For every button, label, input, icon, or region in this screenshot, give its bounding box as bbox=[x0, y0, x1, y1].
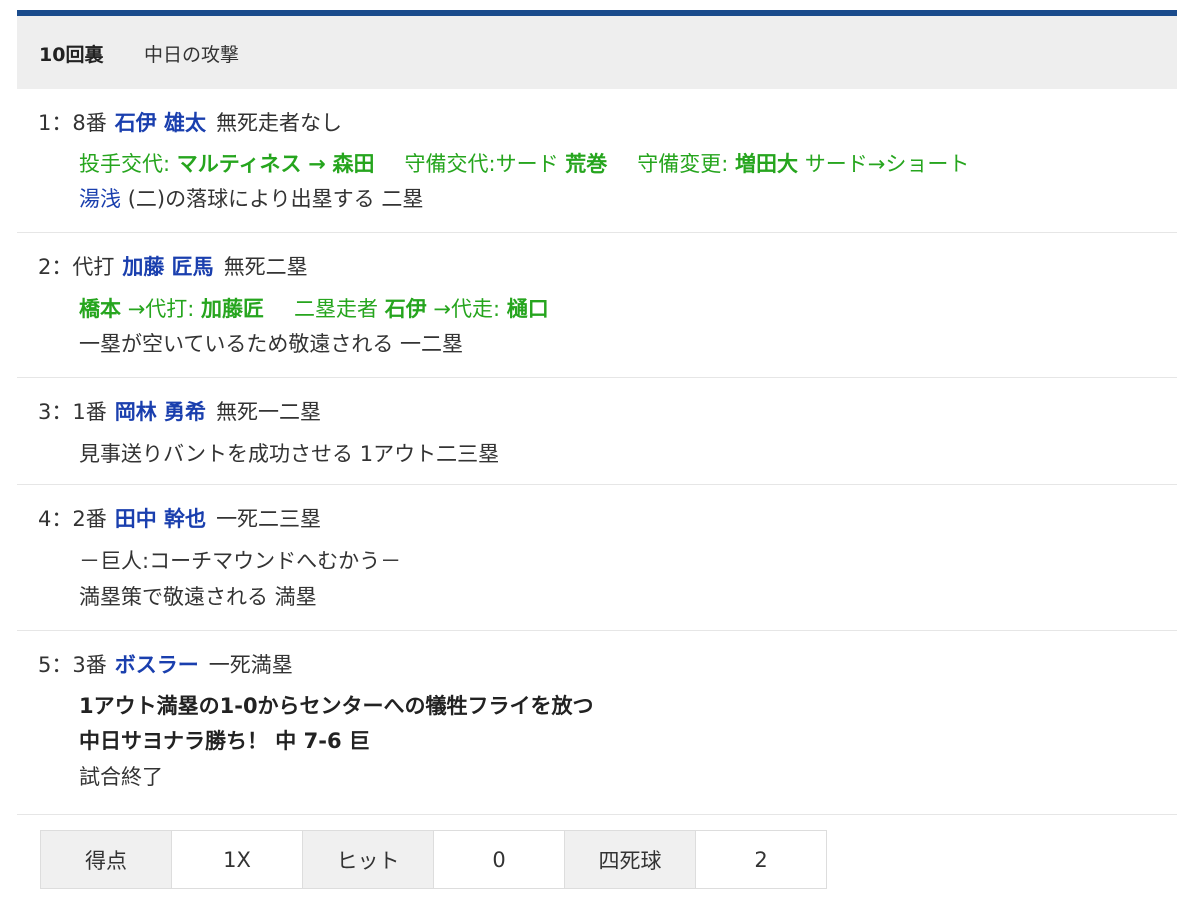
pinch-runner-label: →代走: bbox=[433, 297, 501, 321]
replaced-player[interactable]: 橋本 bbox=[79, 297, 121, 321]
hits-value: 0 bbox=[433, 830, 565, 889]
runner-situation: 無死走者なし bbox=[216, 111, 343, 135]
play-heading: 4：2番 田中 幹也 一死二三塁 bbox=[38, 505, 321, 533]
play-index: 1： bbox=[38, 111, 73, 135]
play-index: 4： bbox=[38, 507, 73, 531]
pitcher-in[interactable]: 森田 bbox=[333, 152, 375, 176]
play-heading: 1：8番 石伊 雄太 無死走者なし bbox=[38, 109, 342, 137]
play-result-highlight: 中日サヨナラ勝ち！ 中 7-6 巨 bbox=[79, 727, 370, 755]
hits-label: ヒット bbox=[302, 830, 434, 889]
play-result: 試合終了 bbox=[79, 763, 163, 791]
runs-value: 1X bbox=[171, 830, 303, 889]
play-result: 満塁策で敬遠される 満塁 bbox=[79, 583, 317, 611]
play-result: 一塁が空いているため敬遠される 一二塁 bbox=[79, 330, 463, 358]
pinch-runner[interactable]: 樋口 bbox=[507, 297, 549, 321]
defense-change-label: 守備交代:サード bbox=[404, 152, 559, 176]
note-text: －巨人:コーチマウンドへむかう－ bbox=[79, 549, 402, 573]
runner-situation: 無死一二塁 bbox=[216, 400, 322, 424]
pitcher-out[interactable]: マルティネス bbox=[177, 152, 302, 176]
play-result: 湯浅 (二)の落球により出塁する 二塁 bbox=[79, 185, 423, 213]
pitch-change-label: 投手交代: bbox=[79, 152, 171, 176]
result-text: 試合終了 bbox=[79, 765, 163, 789]
play-note: －巨人:コーチマウンドへむかう－ bbox=[79, 547, 401, 575]
position-player[interactable]: 増田大 bbox=[735, 152, 798, 176]
result-highlight-2: 中日サヨナラ勝ち！ 中 7-6 巨 bbox=[79, 729, 370, 753]
play-item: 3：1番 岡林 勇希 無死一二塁 見事送りバントを成功させる 1アウト二三塁 bbox=[17, 378, 1177, 485]
attacking-team: 中日の攻撃 bbox=[144, 44, 240, 66]
batting-order: 1番 bbox=[72, 400, 107, 424]
play-index: 2： bbox=[38, 255, 73, 279]
batter-name[interactable]: 岡林 勇希 bbox=[115, 400, 206, 424]
defense-player[interactable]: 荒巻 bbox=[565, 152, 607, 176]
runner-situation: 一死満塁 bbox=[208, 653, 293, 677]
batting-order: 8番 bbox=[72, 111, 107, 135]
runner-player[interactable]: 石伊 bbox=[385, 297, 427, 321]
position-move: サード→ショート bbox=[804, 152, 970, 176]
result-text: 見事送りバントを成功させる 1アウト二三塁 bbox=[79, 442, 500, 466]
batter-name[interactable]: ボスラー bbox=[115, 653, 199, 677]
play-heading: 2：代打 加藤 匠馬 無死二塁 bbox=[38, 253, 308, 281]
inning-stats-table: 得点 1X ヒット 0 四死球 2 bbox=[40, 830, 827, 889]
batter-name[interactable]: 田中 幹也 bbox=[115, 507, 206, 531]
walks-value: 2 bbox=[695, 830, 827, 889]
walks-label: 四死球 bbox=[564, 830, 696, 889]
inning-label: 10回裏 bbox=[39, 44, 104, 66]
play-result: 見事送りバントを成功させる 1アウト二三塁 bbox=[79, 440, 499, 468]
play-item: 2：代打 加藤 匠馬 無死二塁 橋本 →代打: 加藤匠 二塁走者 石伊 →代走: 樋口… bbox=[17, 233, 1177, 378]
play-index: 5： bbox=[38, 653, 73, 677]
position-change-label: 守備変更: bbox=[637, 152, 729, 176]
arrow: → bbox=[308, 152, 326, 176]
result-text: (二)の落球により出塁する 二塁 bbox=[127, 187, 424, 211]
batting-order: 2番 bbox=[72, 507, 107, 531]
play-heading: 3：1番 岡林 勇希 無死一二塁 bbox=[38, 398, 321, 426]
play-result-highlight: 1アウト満塁の1-0からセンターへの犠牲フライを放つ bbox=[79, 692, 594, 720]
batter-name[interactable]: 加藤 匠馬 bbox=[122, 255, 213, 279]
play-item: 1：8番 石伊 雄太 無死走者なし 投手交代: マルティネス → 森田 守備交代:サー… bbox=[17, 89, 1177, 233]
pinch-hitter[interactable]: 加藤匠 bbox=[201, 297, 264, 321]
result-player[interactable]: 湯浅 bbox=[79, 187, 121, 211]
result-text: 一塁が空いているため敬遠される 一二塁 bbox=[79, 332, 464, 356]
runs-label: 得点 bbox=[40, 830, 172, 889]
runner-label: 二塁走者 bbox=[294, 297, 379, 321]
runner-situation: 一死二三塁 bbox=[216, 507, 322, 531]
batting-order: 代打 bbox=[72, 255, 115, 279]
player-change: 投手交代: マルティネス → 森田 守備交代:サード 荒巻 守備変更: 増田大 サー… bbox=[79, 150, 969, 178]
batting-order: 3番 bbox=[72, 653, 107, 677]
play-item: 4：2番 田中 幹也 一死二三塁 －巨人:コーチマウンドへむかう－ 満塁策で敬遠され… bbox=[17, 485, 1177, 631]
play-heading: 5：3番 ボスラー 一死満塁 bbox=[38, 651, 293, 679]
runner-situation: 無死二塁 bbox=[223, 255, 308, 279]
stats-row: 得点 1X ヒット 0 四死球 2 bbox=[40, 830, 827, 889]
inning-header: 10回裏 中日の攻撃 bbox=[17, 16, 1177, 89]
play-item: 5：3番 ボスラー 一死満塁 1アウト満塁の1-0からセンターへの犠牲フライを放つ … bbox=[17, 631, 1177, 815]
player-change: 橋本 →代打: 加藤匠 二塁走者 石伊 →代走: 樋口 bbox=[79, 295, 549, 323]
play-index: 3： bbox=[38, 400, 73, 424]
result-text: 満塁策で敬遠される 満塁 bbox=[79, 585, 317, 609]
pinch-hitter-label: →代打: bbox=[127, 297, 195, 321]
result-highlight-1: 1アウト満塁の1-0からセンターへの犠牲フライを放つ bbox=[79, 694, 594, 718]
batter-name[interactable]: 石伊 雄太 bbox=[115, 111, 206, 135]
